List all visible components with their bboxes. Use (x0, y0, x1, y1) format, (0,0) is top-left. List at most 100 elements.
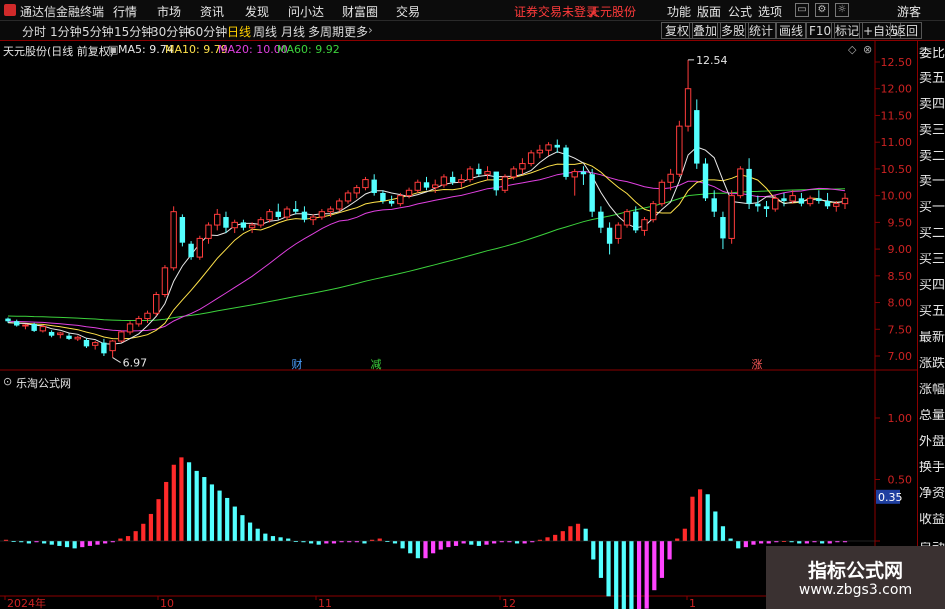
price-tick-label: 8.50 (888, 270, 913, 283)
period-60min[interactable]: 60分钟 (188, 23, 227, 40)
candle-body (22, 324, 29, 327)
candle-body (728, 195, 735, 239)
indicator-bar (484, 541, 489, 545)
period-more[interactable]: 更多 (344, 23, 368, 40)
indicator-bar (759, 541, 764, 544)
restore-window-icon[interactable]: ▭ (795, 3, 809, 17)
candle-body (676, 125, 683, 175)
candle-body (188, 243, 194, 258)
indicator-bar (560, 531, 565, 541)
candle-body (223, 217, 229, 228)
period-toolbar: 分时 1分钟 5分钟 15分钟 30分钟 60分钟 日线 周线 月线 多周期 更… (0, 21, 945, 41)
candle-body (231, 221, 238, 229)
candle-body (353, 187, 360, 194)
candle-body (737, 168, 744, 197)
candle-body (153, 294, 160, 314)
high-price-label: 12.54 (696, 54, 728, 67)
settings-icon[interactable]: ⚙ (815, 3, 829, 17)
candle-body (293, 209, 299, 212)
candle-body (275, 211, 281, 218)
menu-trade[interactable]: 交易 (396, 3, 420, 20)
menu-ask[interactable]: 问小达 (288, 3, 324, 20)
event-marker-2: 涨 (752, 358, 763, 371)
menu-discover[interactable]: 发现 (245, 3, 269, 20)
skin-icon[interactable]: ☼ (835, 3, 849, 17)
indicator-bar (682, 528, 687, 541)
period-1min[interactable]: 1分钟 (50, 23, 82, 40)
back-button[interactable]: 返回 (890, 22, 923, 39)
user-label[interactable]: 游客 (897, 3, 921, 20)
candle-body (336, 200, 343, 210)
candle-body (301, 211, 308, 220)
price-tick-label: 11.50 (881, 109, 913, 122)
candle-body (248, 224, 256, 229)
menu-layout[interactable]: 版面 (697, 3, 721, 20)
quote-item-0: 委比 (919, 47, 945, 61)
indicator-bar (446, 541, 451, 548)
period-tick[interactable]: 分时 (22, 23, 46, 40)
candle-body (746, 168, 752, 204)
indicator-bar (225, 497, 230, 541)
candle-body (405, 189, 413, 197)
kline-chart[interactable]: 12.5012.0011.5011.0010.5010.009.509.008.… (0, 41, 917, 609)
indicator-bar (469, 541, 474, 545)
indicator-bar (263, 533, 268, 541)
candle-body (641, 219, 648, 231)
menu-wealth[interactable]: 财富圈 (342, 3, 378, 20)
menu-function[interactable]: 功能 (667, 3, 691, 20)
period-15min[interactable]: 15分钟 (114, 23, 153, 40)
indicator-bar (209, 484, 215, 541)
menu-news[interactable]: 资讯 (200, 3, 224, 20)
quote-item-15: 外盘 (919, 435, 945, 449)
indicator-bar (26, 541, 31, 544)
candle-body (196, 237, 204, 258)
trade-login-status[interactable]: 证券交易未登录 (514, 3, 598, 20)
indicator-tick-label: 0.50 (888, 474, 913, 487)
menu-market[interactable]: 市场 (157, 3, 181, 20)
menu-options[interactable]: 选项 (758, 3, 782, 20)
period-5min[interactable]: 5分钟 (82, 23, 114, 40)
date-tick-label: 10 (160, 597, 174, 609)
indicator-bar (629, 541, 634, 609)
quote-item-2: 卖四 (919, 98, 945, 112)
candle-body (536, 149, 544, 154)
more-chevron-icon[interactable]: › (368, 23, 373, 37)
menu-quotes[interactable]: 行情 (113, 3, 137, 20)
period-monthly[interactable]: 月线 (281, 23, 305, 40)
indicator-bar (362, 541, 367, 544)
quote-item-10: 买五 (919, 305, 945, 319)
candle-body (371, 179, 377, 193)
period-weekly[interactable]: 周线 (253, 23, 277, 40)
candle-body (397, 195, 404, 205)
candle-body (606, 227, 613, 244)
candle-body (5, 318, 11, 322)
candle-body (74, 336, 81, 340)
indicator-bar (278, 537, 283, 541)
period-daily[interactable]: 日线 (227, 23, 251, 40)
date-axis: 2024年 10 11 12 1 (4, 596, 696, 609)
stats-button[interactable]: 统计 (745, 22, 778, 39)
draw-line-button[interactable]: 画线 (775, 22, 808, 39)
candlesticks (5, 59, 849, 358)
indicator-bar (240, 515, 245, 541)
candle-body (458, 179, 465, 183)
candle-body (362, 179, 369, 189)
indicator-bar (461, 541, 466, 544)
price-tick-label: 8.00 (888, 297, 913, 310)
quote-item-6: 买一 (919, 201, 945, 215)
indicator-bar (42, 541, 47, 544)
candle-body (510, 168, 517, 178)
period-multi[interactable]: 多周期 (308, 23, 344, 40)
price-tick-label: 10.00 (881, 190, 913, 203)
candle-body (519, 163, 526, 170)
candle-body (309, 216, 317, 221)
price-tick-label: 7.00 (888, 350, 913, 363)
period-30min[interactable]: 30分钟 (151, 23, 190, 40)
candle-body (57, 332, 64, 336)
candle-body (144, 312, 151, 320)
watermark-url: www.zbgs3.com (798, 582, 913, 598)
menu-formula[interactable]: 公式 (728, 3, 752, 20)
indicator-bar (751, 541, 756, 545)
candle-body (563, 147, 569, 177)
candle-body (109, 340, 116, 352)
